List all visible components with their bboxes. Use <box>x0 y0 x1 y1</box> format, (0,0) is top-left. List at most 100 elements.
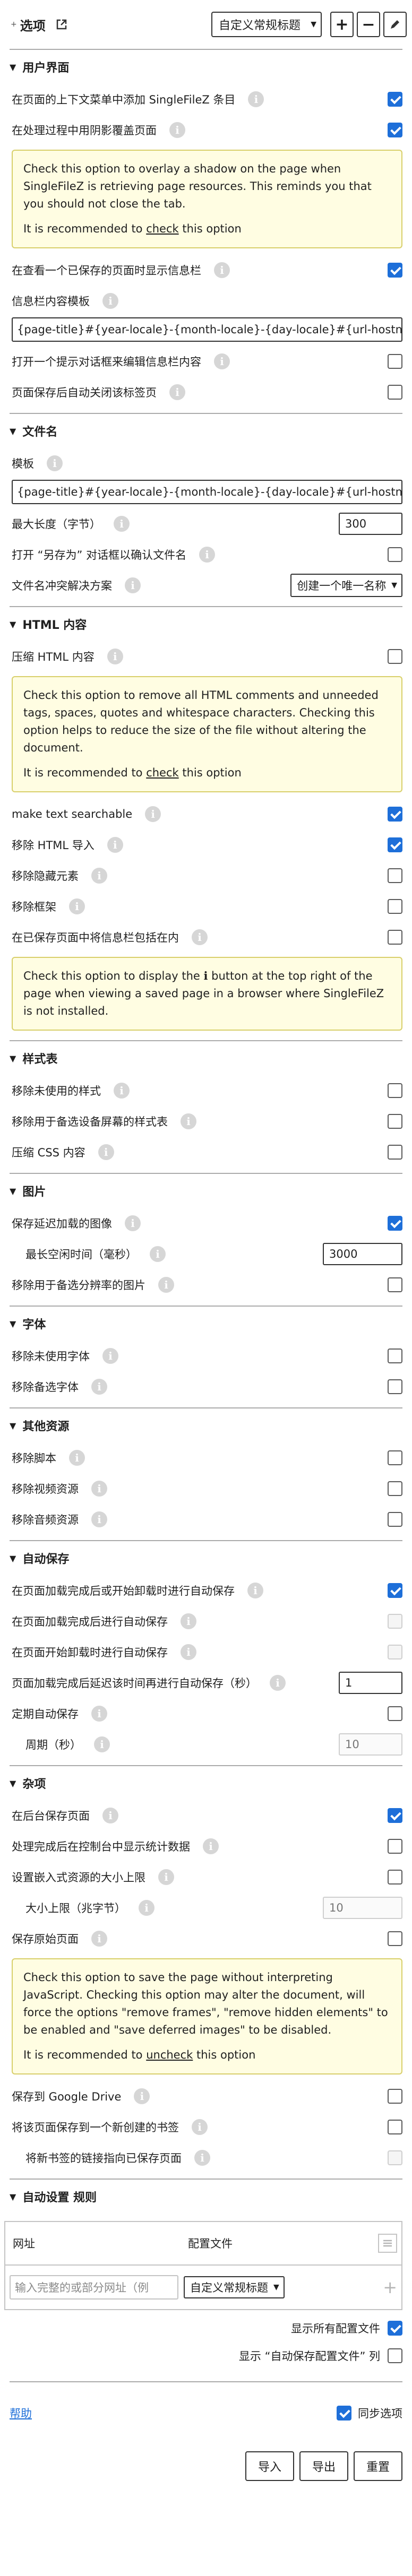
context-menu-checkbox[interactable] <box>388 92 402 107</box>
conflict-action-select[interactable]: 创建一个唯一名称 ▼ <box>290 574 402 597</box>
save-gdrive-checkbox[interactable] <box>388 2089 402 2104</box>
info-icon[interactable]: i <box>98 1144 114 1160</box>
section-fonts[interactable]: ▼ 字体 <box>0 1307 412 1341</box>
compress-css-checkbox[interactable] <box>388 1145 402 1160</box>
info-icon[interactable]: i <box>181 1113 196 1129</box>
info-icon[interactable]: i <box>114 1083 130 1099</box>
section-user-interface[interactable]: ▼ 用户界面 <box>0 50 412 84</box>
info-icon[interactable]: i <box>214 353 230 369</box>
section-images[interactable]: ▼ 图片 <box>0 1174 412 1208</box>
section-filename[interactable]: ▼ 文件名 <box>0 414 412 448</box>
info-icon[interactable]: i <box>192 2119 208 2135</box>
info-icon[interactable]: i <box>139 1900 154 1916</box>
shadow-overlay-checkbox[interactable] <box>388 123 402 137</box>
info-icon[interactable]: i <box>102 1808 118 1823</box>
info-icon[interactable]: i <box>158 1869 174 1885</box>
info-icon[interactable]: i <box>192 929 208 945</box>
prompt-infobar-checkbox[interactable] <box>388 354 402 369</box>
autosave-load-unload-checkbox[interactable] <box>388 1583 402 1598</box>
info-icon[interactable]: i <box>102 293 118 309</box>
add-rule-icon[interactable]: + <box>383 2277 397 2297</box>
info-icon[interactable]: i <box>181 1613 196 1629</box>
remove-unused-styles-checkbox[interactable] <box>388 1083 402 1098</box>
infobar-template-input[interactable]: {page-title}#{year-locale}-{month-locale… <box>12 317 402 342</box>
info-icon[interactable]: i <box>107 837 123 853</box>
remove-hidden-checkbox[interactable] <box>388 868 402 883</box>
confirm-filename-checkbox[interactable] <box>388 547 402 562</box>
info-icon[interactable]: i <box>158 1277 174 1293</box>
info-icon[interactable]: i <box>91 1511 107 1527</box>
sync-checkbox[interactable] <box>337 2406 351 2421</box>
remove-scripts-checkbox[interactable] <box>388 1450 402 1465</box>
info-icon[interactable]: i <box>169 384 185 400</box>
remove-frames-checkbox[interactable] <box>388 899 402 914</box>
import-button[interactable]: 导入 <box>245 2451 294 2481</box>
filename-template-input[interactable]: {page-title}#{year-locale}-{month-locale… <box>12 480 402 504</box>
show-infobar-checkbox[interactable] <box>388 263 402 278</box>
info-icon[interactable]: i <box>125 577 141 593</box>
include-infobar-checkbox[interactable] <box>388 930 402 945</box>
add-profile-button[interactable]: + <box>330 12 354 37</box>
info-icon[interactable]: i <box>248 91 264 107</box>
show-autosave-column-checkbox[interactable] <box>388 2348 402 2363</box>
note-rec-link[interactable]: check <box>146 766 178 779</box>
remove-alt-images-checkbox[interactable] <box>388 1277 402 1292</box>
remove-video-checkbox[interactable] <box>388 1481 402 1496</box>
profile-select[interactable]: 自定义常规标题 ▼ <box>211 12 322 37</box>
export-button[interactable]: 导出 <box>299 2451 348 2481</box>
info-icon[interactable]: i <box>134 2088 150 2104</box>
periodic-autosave-checkbox[interactable] <box>388 1706 402 1721</box>
info-icon[interactable]: i <box>91 868 107 884</box>
rename-profile-button[interactable] <box>383 12 407 37</box>
max-resource-size-checkbox[interactable] <box>388 1870 402 1885</box>
reset-button[interactable]: 重置 <box>353 2451 402 2481</box>
background-save-checkbox[interactable] <box>388 1808 402 1823</box>
info-icon[interactable]: i <box>102 1348 118 1364</box>
max-idle-input[interactable]: 3000 <box>323 1243 402 1265</box>
info-icon[interactable]: i <box>181 1644 196 1660</box>
max-length-input[interactable]: 300 <box>339 513 402 535</box>
lazy-images-checkbox[interactable] <box>388 1216 402 1231</box>
info-icon[interactable]: i <box>69 1450 85 1466</box>
info-icon[interactable]: i <box>91 1379 107 1395</box>
remove-imports-checkbox[interactable] <box>388 837 402 852</box>
section-misc[interactable]: ▼ 杂项 <box>0 1766 412 1800</box>
section-other-resources[interactable]: ▼ 其他资源 <box>0 1408 412 1442</box>
remove-alt-media-checkbox[interactable] <box>388 1114 402 1129</box>
section-auto-rules[interactable]: ▼ 自动设置 规则 <box>0 2180 412 2214</box>
section-autosave[interactable]: ▼ 自动保存 <box>0 1541 412 1575</box>
info-icon[interactable]: i <box>91 1481 107 1497</box>
info-icon[interactable]: i <box>270 1675 286 1691</box>
save-raw-page-checkbox[interactable] <box>388 1931 402 1946</box>
menu-icon[interactable] <box>378 2234 397 2253</box>
info-icon[interactable]: i <box>247 1583 263 1598</box>
info-icon[interactable]: i <box>199 547 216 563</box>
show-all-profiles-checkbox[interactable] <box>388 2321 402 2336</box>
info-icon[interactable]: i <box>94 1736 110 1752</box>
info-icon[interactable]: i <box>145 806 161 822</box>
autosave-delay-input[interactable]: 1 <box>339 1672 402 1694</box>
info-icon[interactable]: i <box>114 516 130 532</box>
section-html[interactable]: ▼ HTML 内容 <box>0 607 412 641</box>
external-link-icon[interactable] <box>54 17 69 32</box>
info-icon[interactable]: i <box>169 122 185 138</box>
info-icon[interactable]: i <box>69 898 85 914</box>
section-stylesheets[interactable]: ▼ 样式表 <box>0 1041 412 1075</box>
info-icon[interactable]: i <box>91 1931 107 1947</box>
info-icon[interactable]: i <box>203 1838 219 1854</box>
remove-unused-fonts-checkbox[interactable] <box>388 1348 402 1363</box>
info-icon[interactable]: i <box>47 455 63 471</box>
display-stats-checkbox[interactable] <box>388 1839 402 1854</box>
help-link[interactable]: 帮助 <box>10 2405 32 2421</box>
note-rec-link[interactable]: uncheck <box>146 2048 193 2061</box>
note-rec-link[interactable]: check <box>146 222 178 235</box>
save-bookmark-checkbox[interactable] <box>388 2120 402 2134</box>
info-icon[interactable]: i <box>150 1246 166 1262</box>
info-icon[interactable]: i <box>107 649 123 664</box>
remove-audio-checkbox[interactable] <box>388 1512 402 1527</box>
rule-profile-select[interactable]: 自定义常规标题 ▼ <box>184 2276 285 2298</box>
info-icon[interactable]: i <box>91 1706 107 1722</box>
remove-alt-fonts-checkbox[interactable] <box>388 1379 402 1394</box>
info-icon[interactable]: i <box>214 262 230 278</box>
text-searchable-checkbox[interactable] <box>388 807 402 822</box>
